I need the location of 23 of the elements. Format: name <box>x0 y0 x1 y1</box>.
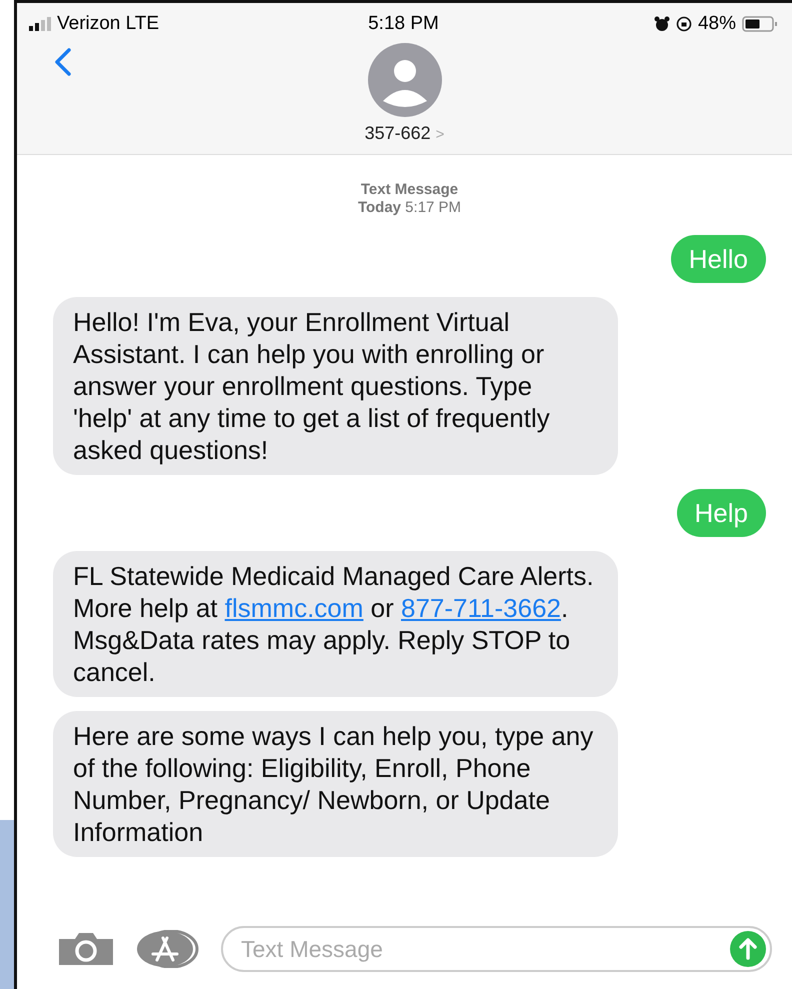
carrier-name: Verizon LTE <box>57 13 160 35</box>
received-message-bubble: FL Statewide Medicaid Managed Care Alerts. More help at flsmmc.com or 877-711-3662. Msg&Data rates may apply. Reply STOP to cancel. <box>53 551 618 697</box>
back-icon[interactable] <box>53 47 73 77</box>
message-link[interactable]: 877-711-3662 <box>401 593 561 623</box>
battery-icon <box>742 16 778 32</box>
thread-timestamp: Today 5:17 PM <box>358 199 462 217</box>
contact-name[interactable]: 357-662 > <box>364 123 444 144</box>
sent-message-bubble: Hello <box>670 235 766 283</box>
alarm-icon <box>654 16 670 32</box>
battery-percent: 48% <box>698 13 736 35</box>
send-icon[interactable] <box>730 931 766 967</box>
message-link[interactable]: flsmmc.com <box>224 593 364 623</box>
received-message-bubble: Here are some ways I can help you, type any of the following: Eligibility, Enroll, Phone Number, Pregnancy/ Newborn, or Update Information <box>53 711 618 857</box>
rotation-lock-icon <box>676 16 692 32</box>
status-time: 5:18 PM <box>368 13 439 35</box>
message-input-field[interactable]: Text Message <box>221 926 772 972</box>
app-store-icon[interactable] <box>135 930 201 968</box>
received-message-bubble: Hello! I'm Eva, your Enrollment Virtual Assistant. I can help you with enrolling or answer your enrollment questions. Type 'help' at any time to get a list of frequently asked questions! <box>53 297 618 475</box>
thread-label: Text Message <box>360 181 458 199</box>
camera-icon[interactable] <box>57 931 115 967</box>
signal-icon <box>29 17 51 31</box>
sent-message-bubble: Help <box>676 489 766 537</box>
avatar-icon[interactable] <box>368 43 442 117</box>
